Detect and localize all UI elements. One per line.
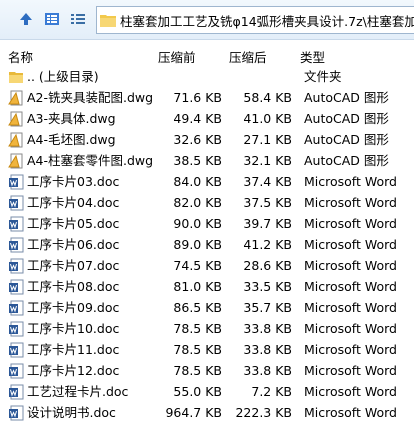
file-type: Microsoft Word bbox=[304, 216, 397, 231]
file-size: 39.7 KB bbox=[243, 216, 292, 231]
column-header: 名称 压缩前 压缩后 类型 bbox=[0, 44, 414, 66]
file-size: 222.3 KB bbox=[235, 405, 292, 420]
file-type: Microsoft Word bbox=[304, 279, 397, 294]
file-type: AutoCAD 图形 bbox=[304, 153, 389, 168]
file-type: AutoCAD 图形 bbox=[304, 132, 389, 147]
file-type: Microsoft Word bbox=[304, 300, 397, 315]
file-type: Microsoft Word bbox=[304, 363, 397, 378]
file-size: 41.2 KB bbox=[243, 237, 292, 252]
file-row[interactable]: 工序卡片08.doc 81.0 KB 33.5 KB Microsoft Wor… bbox=[0, 276, 414, 297]
file-size: 37.5 KB bbox=[243, 195, 292, 210]
file-type: 文件夹 bbox=[304, 69, 342, 84]
file-size: 32.1 KB bbox=[243, 153, 292, 168]
file-type: Microsoft Word bbox=[304, 174, 397, 189]
file-row[interactable]: A3-夹具体.dwg 49.4 KB 41.0 KB AutoCAD 图形 bbox=[0, 108, 414, 129]
file-type: Microsoft Word bbox=[304, 237, 397, 252]
file-row[interactable]: 工序卡片06.doc 89.0 KB 41.2 KB Microsoft Wor… bbox=[0, 234, 414, 255]
file-row[interactable]: A2-铣夹具装配图.dwg 71.6 KB 58.4 KB AutoCAD 图形 bbox=[0, 87, 414, 108]
file-row[interactable]: 工序卡片09.doc 86.5 KB 35.7 KB Microsoft Wor… bbox=[0, 297, 414, 318]
file-row[interactable]: .. (上级目录) 文件夹 bbox=[0, 66, 414, 87]
folder-icon bbox=[9, 71, 23, 83]
file-row[interactable]: A4-毛坯图.dwg 32.6 KB 27.1 KB AutoCAD 图形 bbox=[0, 129, 414, 150]
list-view-icon[interactable] bbox=[68, 9, 88, 29]
file-size: 37.4 KB bbox=[243, 174, 292, 189]
toolbar: 柱塞套加工工艺及铣φ14弧形槽夹具设计.7z\柱塞套加工 bbox=[0, 0, 414, 40]
file-type: Microsoft Word bbox=[304, 195, 397, 210]
column-name[interactable]: 名称 bbox=[8, 47, 33, 66]
file-size: 7.2 KB bbox=[251, 384, 292, 399]
file-name: .. (上级目录) bbox=[27, 69, 99, 84]
column-size[interactable]: 压缩后 bbox=[229, 47, 267, 66]
file-size: 33.8 KB bbox=[243, 321, 292, 336]
file-list: .. (上级目录) 文件夹 A2-铣夹具装配图.dwg 71.6 KB 58.4… bbox=[0, 66, 414, 423]
file-type: AutoCAD 图形 bbox=[304, 111, 389, 126]
file-row[interactable]: 工序卡片10.doc 78.5 KB 33.8 KB Microsoft Wor… bbox=[0, 318, 414, 339]
column-type[interactable]: 类型 bbox=[300, 47, 325, 66]
file-row[interactable]: 工序卡片03.doc 84.0 KB 37.4 KB Microsoft Wor… bbox=[0, 171, 414, 192]
file-row[interactable]: 工序卡片04.doc 82.0 KB 37.5 KB Microsoft Wor… bbox=[0, 192, 414, 213]
file-row[interactable]: A4-柱塞套零件图.dwg 38.5 KB 32.1 KB AutoCAD 图形 bbox=[0, 150, 414, 171]
file-type: Microsoft Word bbox=[304, 321, 397, 336]
address-bar[interactable]: 柱塞套加工工艺及铣φ14弧形槽夹具设计.7z\柱塞套加工 bbox=[96, 6, 414, 34]
file-size: 35.7 KB bbox=[243, 300, 292, 315]
details-view-icon[interactable] bbox=[42, 9, 62, 29]
file-row[interactable]: 工序卡片05.doc 90.0 KB 39.7 KB Microsoft Wor… bbox=[0, 213, 414, 234]
archive-folder-icon bbox=[100, 15, 116, 27]
file-type: Microsoft Word bbox=[304, 384, 397, 399]
file-type: Microsoft Word bbox=[304, 405, 397, 420]
file-size: 27.1 KB bbox=[243, 132, 292, 147]
up-arrow-icon[interactable] bbox=[16, 9, 36, 29]
file-size: 33.5 KB bbox=[243, 279, 292, 294]
file-row[interactable]: 工艺过程卡片.doc 55.0 KB 7.2 KB Microsoft Word bbox=[0, 381, 414, 402]
column-packed[interactable]: 压缩前 bbox=[158, 47, 196, 66]
address-path: 柱塞套加工工艺及铣φ14弧形槽夹具设计.7z\柱塞套加工 bbox=[120, 13, 414, 29]
file-row[interactable]: 工序卡片11.doc 78.5 KB 33.8 KB Microsoft Wor… bbox=[0, 339, 414, 360]
file-type: AutoCAD 图形 bbox=[304, 90, 389, 105]
file-size: 33.8 KB bbox=[243, 363, 292, 378]
file-row[interactable]: 工序卡片07.doc 74.5 KB 28.6 KB Microsoft Wor… bbox=[0, 255, 414, 276]
file-size: 58.4 KB bbox=[243, 90, 292, 105]
file-row[interactable]: 设计说明书.doc 964.7 KB 222.3 KB Microsoft Wo… bbox=[0, 402, 414, 423]
file-type: Microsoft Word bbox=[304, 258, 397, 273]
file-row[interactable]: 工序卡片12.doc 78.5 KB 33.8 KB Microsoft Wor… bbox=[0, 360, 414, 381]
file-size: 28.6 KB bbox=[243, 258, 292, 273]
file-size: 41.0 KB bbox=[243, 111, 292, 126]
file-size: 33.8 KB bbox=[243, 342, 292, 357]
file-type: Microsoft Word bbox=[304, 342, 397, 357]
